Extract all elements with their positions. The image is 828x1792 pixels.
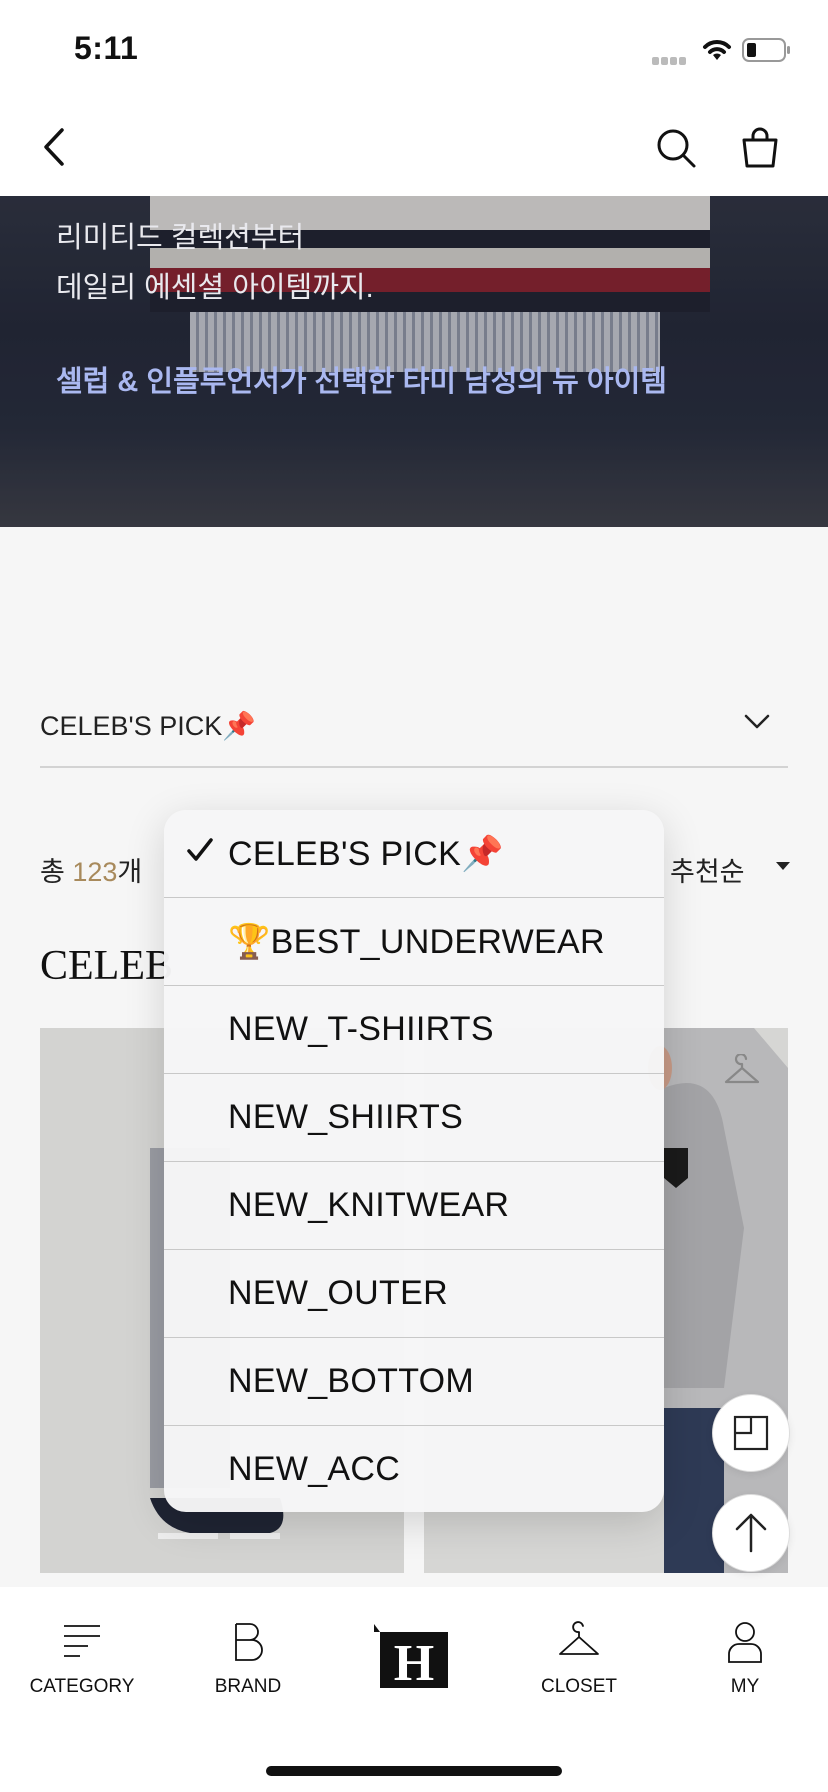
layout-toggle-button[interactable] <box>712 1394 790 1472</box>
scroll-to-top-button[interactable] <box>712 1494 790 1572</box>
back-chevron-icon[interactable] <box>38 124 72 170</box>
menu-item-label: CELEB'S PICK📌 <box>228 835 504 873</box>
tab-home[interactable]: H <box>374 1624 454 1696</box>
menu-item-label: NEW_BOTTOM <box>228 1362 475 1400</box>
banner-text-highlight: 셀럽 & 인플루언서가 선택한 타미 남성의 뉴 아이템 <box>56 366 667 398</box>
tab-my-label: MY <box>730 1676 760 1697</box>
total-prefix: 총 <box>40 857 73 887</box>
category-select-label: CELEB'S PICK📌 <box>40 711 256 741</box>
home-indicator[interactable] <box>266 1766 562 1776</box>
chevron-down-icon <box>744 714 770 729</box>
menu-item-label: NEW_SHIIRTS <box>228 1098 464 1136</box>
menu-item-celebs-pick[interactable]: CELEB'S PICK📌 <box>164 810 664 898</box>
cellular-signal-icon <box>652 52 688 65</box>
menu-item-new-knitwear[interactable]: NEW_KNITWEAR <box>164 1162 664 1250</box>
menu-item-new-acc[interactable]: NEW_ACC <box>164 1426 664 1512</box>
search-icon[interactable] <box>654 126 698 170</box>
wifi-icon <box>703 40 731 60</box>
section-heading: CELEB <box>40 943 173 989</box>
menu-item-label: NEW_T-SHIIRTS <box>228 1010 494 1048</box>
category-dropdown-menu[interactable]: CELEB'S PICK📌 🏆BEST_UNDERWEAR NEW_T-SHII… <box>164 810 664 1512</box>
home-logo-text: H <box>394 1635 434 1692</box>
tab-category-label: CATEGORY <box>29 1676 135 1697</box>
menu-item-new-t-shirts[interactable]: NEW_T-SHIIRTS <box>164 986 664 1074</box>
shopping-bag-icon[interactable] <box>738 126 782 170</box>
tab-brand[interactable]: BRAND <box>183 1620 313 1700</box>
menu-item-label: 🏆BEST_UNDERWEAR <box>228 923 605 961</box>
total-suffix: 개 <box>117 857 143 887</box>
menu-lines-icon <box>64 1625 100 1657</box>
banner-text-line2: 데일리 에센셜 아이템까지. <box>56 272 374 304</box>
menu-item-new-bottom[interactable]: NEW_BOTTOM <box>164 1338 664 1426</box>
tab-category[interactable]: CATEGORY <box>17 1620 147 1700</box>
total-count-number: 123 <box>72 857 118 887</box>
hanger-icon[interactable] <box>722 1054 762 1088</box>
battery-icon <box>742 38 790 62</box>
checkmark-icon <box>187 838 213 861</box>
tab-my[interactable]: MY <box>680 1620 810 1700</box>
category-select[interactable]: CELEB'S PICK📌 <box>40 690 788 768</box>
total-count: 총 123개 <box>40 850 142 889</box>
arrow-up-icon <box>735 1513 767 1553</box>
sort-select[interactable]: 추천순 <box>670 850 745 889</box>
caret-down-icon[interactable] <box>776 862 790 870</box>
tab-closet[interactable]: CLOSET <box>514 1620 644 1700</box>
menu-item-new-outer[interactable]: NEW_OUTER <box>164 1250 664 1338</box>
hanger-icon <box>559 1621 599 1655</box>
navigation-bar <box>0 96 828 196</box>
menu-item-label: NEW_KNITWEAR <box>228 1186 510 1224</box>
menu-item-label: NEW_ACC <box>228 1450 401 1488</box>
user-icon <box>728 1622 762 1663</box>
home-logo-icon: H <box>374 1624 454 1696</box>
tab-closet-label: CLOSET <box>540 1676 618 1697</box>
layout-toggle-icon <box>733 1415 769 1451</box>
menu-item-new-shirts[interactable]: NEW_SHIIRTS <box>164 1074 664 1162</box>
brand-b-icon <box>235 1623 263 1661</box>
status-time: 5:11 <box>74 30 139 66</box>
tab-brand-label: BRAND <box>214 1676 282 1697</box>
menu-item-label: NEW_OUTER <box>228 1274 448 1312</box>
menu-item-best-underwear[interactable]: 🏆BEST_UNDERWEAR <box>164 898 664 986</box>
banner-text-line1: 리미티드 컬렉션부터 <box>56 222 305 254</box>
